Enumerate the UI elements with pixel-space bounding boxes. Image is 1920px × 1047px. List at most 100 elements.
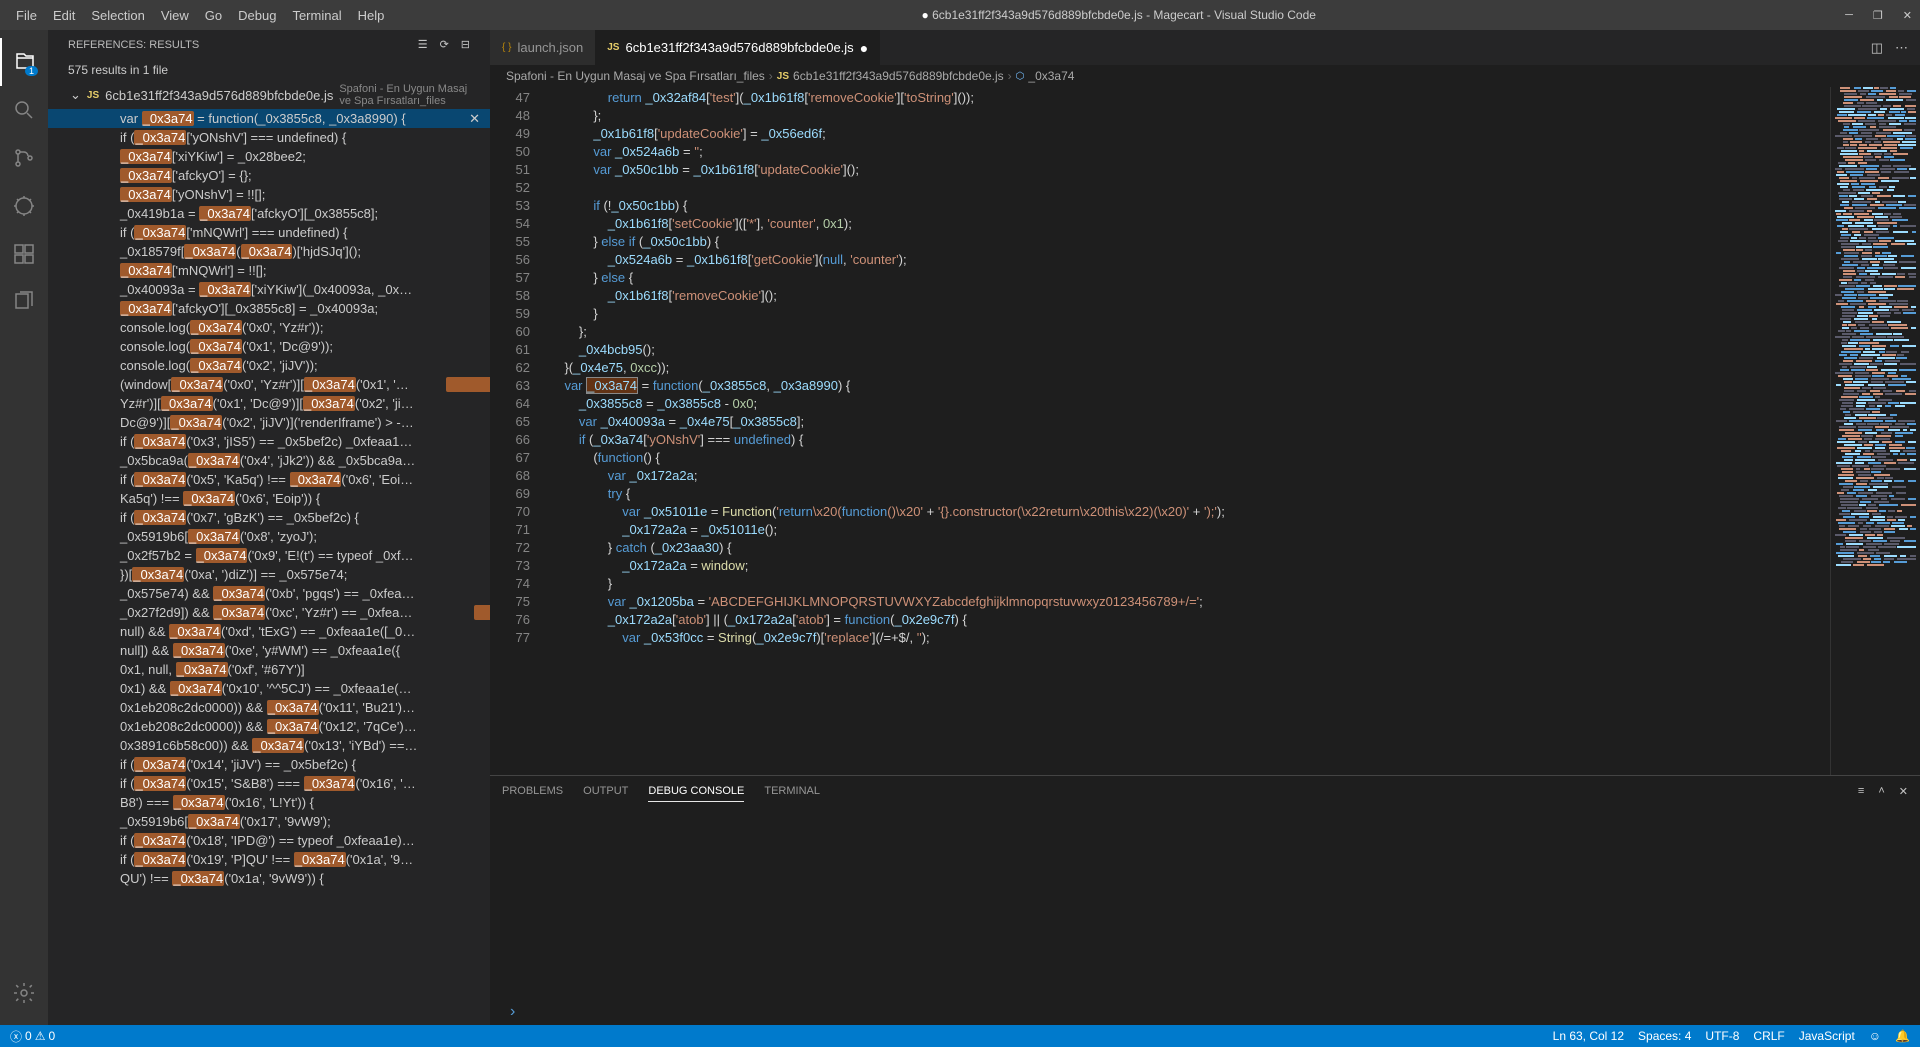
settings-icon[interactable] bbox=[0, 969, 48, 1017]
references-icon[interactable] bbox=[0, 278, 48, 326]
breadcrumbs[interactable]: Spafoni - En Uygun Masaj ve Spa Fırsatla… bbox=[490, 65, 1920, 87]
editor-content[interactable]: 4748495051525354555657585960616263646566… bbox=[490, 87, 1920, 775]
result-line[interactable]: 0x1eb208c2dc0000)) && _0x3a74('0x12', '7… bbox=[48, 717, 490, 736]
result-line[interactable]: _0x3a74['afckyO'] = {}; bbox=[48, 166, 490, 185]
result-line[interactable]: 0x1, null, _0x3a74('0xf', '#67Y')] bbox=[48, 660, 490, 679]
result-line[interactable]: _0x5bca9a(_0x3a74('0x4', 'jJk2')) && _0x… bbox=[48, 451, 490, 470]
tab-output[interactable]: OUTPUT bbox=[583, 781, 628, 801]
breadcrumb-folder[interactable]: Spafoni - En Uygun Masaj ve Spa Fırsatla… bbox=[506, 69, 765, 83]
refresh-icon[interactable]: ⟳ bbox=[440, 38, 449, 51]
menu-selection[interactable]: Selection bbox=[83, 4, 152, 27]
extensions-icon[interactable] bbox=[0, 230, 48, 278]
result-line[interactable]: if (_0x3a74('0x5', 'Ka5q') !== _0x3a74('… bbox=[48, 470, 490, 489]
status-feedback-icon[interactable]: ☺ bbox=[1869, 1029, 1881, 1043]
result-line[interactable]: _0x3a74['afckyO'][_0x3855c8] = _0x40093a… bbox=[48, 299, 490, 318]
menu-go[interactable]: Go bbox=[197, 4, 230, 27]
chevron-right-icon: › bbox=[769, 69, 773, 83]
tab-terminal[interactable]: TERMINAL bbox=[764, 781, 820, 801]
result-line[interactable]: 0x1) && _0x3a74('0x10', '^^5CJ') == _0xf… bbox=[48, 679, 490, 698]
result-line[interactable]: if (_0x3a74['mNQWrl'] === undefined) { bbox=[48, 223, 490, 242]
menu-terminal[interactable]: Terminal bbox=[284, 4, 349, 27]
result-line[interactable]: Yz#r')][_0x3a74('0x1', 'Dc@9')][_0x3a74(… bbox=[48, 394, 490, 413]
status-encoding[interactable]: UTF-8 bbox=[1705, 1029, 1739, 1043]
maximize-icon[interactable]: ❐ bbox=[1873, 9, 1883, 22]
menu-debug[interactable]: Debug bbox=[230, 4, 284, 27]
breadcrumb-symbol[interactable]: _0x3a74 bbox=[1028, 69, 1074, 83]
result-line[interactable]: if (_0x3a74('0x18', 'IPD@') == typeof _0… bbox=[48, 831, 490, 850]
result-line[interactable]: 0x1eb208c2dc0000)) && _0x3a74('0x11', 'B… bbox=[48, 698, 490, 717]
breadcrumb-file[interactable]: 6cb1e31ff2f343a9d576d889bfcbde0e.js bbox=[793, 69, 1004, 83]
result-line[interactable]: _0x5919b6[_0x3a74('0x8', 'zyoJ'); bbox=[48, 527, 490, 546]
minimap[interactable] bbox=[1830, 87, 1920, 775]
status-errors[interactable]: ⓧ 0 ⚠ 0 bbox=[10, 1028, 55, 1045]
references-panel: REFERENCES: RESULTS ☰ ⟳ ⊟ 575 results in… bbox=[48, 30, 490, 1025]
result-line[interactable]: if (_0x3a74('0x19', 'P]QU' !== _0x3a74('… bbox=[48, 850, 490, 869]
menu-edit[interactable]: Edit bbox=[45, 4, 83, 27]
result-line[interactable]: _0x18579f[_0x3a74(_0x3a74)['hjdSJq'](); bbox=[48, 242, 490, 261]
status-language[interactable]: JavaScript bbox=[1799, 1029, 1855, 1043]
result-line[interactable]: _0x3a74['xiYKiw'] = _0x28bee2; bbox=[48, 147, 490, 166]
status-ln-col[interactable]: Ln 63, Col 12 bbox=[1553, 1029, 1624, 1043]
debug-icon[interactable] bbox=[0, 182, 48, 230]
js-file-icon: JS bbox=[777, 71, 789, 82]
menu-help[interactable]: Help bbox=[350, 4, 393, 27]
result-line[interactable]: if (_0x3a74('0x14', 'jiJV') == _0x5bef2c… bbox=[48, 755, 490, 774]
source-control-icon[interactable] bbox=[0, 134, 48, 182]
list-icon[interactable]: ☰ bbox=[418, 38, 428, 51]
line-numbers: 4748495051525354555657585960616263646566… bbox=[490, 87, 550, 775]
split-editor-icon[interactable]: ◫ bbox=[1871, 40, 1883, 56]
result-line[interactable]: null) && _0x3a74('0xd', 'tExG') == _0xfe… bbox=[48, 622, 490, 641]
panel-tab-actions: ≡ ˄ ✕ bbox=[1858, 785, 1908, 798]
filter-icon[interactable]: ≡ bbox=[1858, 785, 1864, 798]
results-list[interactable]: var _0x3a74 = function(_0x3855c8, _0x3a8… bbox=[48, 109, 490, 1025]
result-line[interactable]: })[_0x3a74('0xa', ')diZ')] == _0x575e74; bbox=[48, 565, 490, 584]
result-line[interactable]: QU') !== _0x3a74('0x1a', '9vW9')) { bbox=[48, 869, 490, 888]
menu-view[interactable]: View bbox=[153, 4, 197, 27]
result-line[interactable]: var _0x3a74 = function(_0x3855c8, _0x3a8… bbox=[48, 109, 490, 128]
tab-launch-json[interactable]: { } launch.json bbox=[490, 30, 595, 65]
code-area[interactable]: return _0x32af84['test'](_0x1b61f8['remo… bbox=[550, 87, 1830, 775]
tab-debug-console[interactable]: DEBUG CONSOLE bbox=[648, 781, 744, 802]
result-line[interactable]: _0x27f2d9]) && _0x3a74('0xc', 'Yz#r') ==… bbox=[48, 603, 490, 622]
result-line[interactable]: console.log(_0x3a74('0x0', 'Yz#r')); bbox=[48, 318, 490, 337]
status-bell-icon[interactable]: 🔔 bbox=[1895, 1029, 1910, 1043]
more-icon[interactable]: ⋯ bbox=[1895, 40, 1908, 56]
result-line[interactable]: console.log(_0x3a74('0x2', 'jiJV')); bbox=[48, 356, 490, 375]
result-line[interactable]: if (_0x3a74('0x3', 'jIS5') == _0x5bef2c)… bbox=[48, 432, 490, 451]
result-line[interactable]: if (_0x3a74('0x15', 'S&B8') === _0x3a74(… bbox=[48, 774, 490, 793]
search-icon[interactable] bbox=[0, 86, 48, 134]
tab-js-file[interactable]: JS 6cb1e31ff2f343a9d576d889bfcbde0e.js ● bbox=[595, 30, 880, 65]
result-line[interactable]: B8') === _0x3a74('0x16', 'L!Yt')) { bbox=[48, 793, 490, 812]
minimize-icon[interactable]: ─ bbox=[1845, 9, 1853, 22]
dismiss-icon[interactable]: ✕ bbox=[469, 110, 480, 127]
result-line[interactable]: Ka5q') !== _0x3a74('0x6', 'Eoip')) { bbox=[48, 489, 490, 508]
close-icon[interactable]: ✕ bbox=[1903, 9, 1912, 22]
modified-dot-icon: ● bbox=[860, 40, 868, 56]
explorer-icon[interactable]: 1 bbox=[0, 38, 48, 86]
result-line[interactable]: _0x575e74) && _0x3a74('0xb', 'pgqs') == … bbox=[48, 584, 490, 603]
debug-console-content[interactable]: › bbox=[490, 806, 1920, 1025]
result-line[interactable]: (window[_0x3a74('0x0', 'Yz#r')][_0x3a74(… bbox=[48, 375, 490, 394]
close-panel-icon[interactable]: ✕ bbox=[1899, 785, 1908, 798]
result-line[interactable]: _0x40093a = _0x3a74['xiYKiw'](_0x40093a,… bbox=[48, 280, 490, 299]
result-line[interactable]: _0x3a74['yONshV'] = !![]; bbox=[48, 185, 490, 204]
tab-problems[interactable]: PROBLEMS bbox=[502, 781, 563, 801]
result-line[interactable]: if (_0x3a74('0x7', 'gBzK') == _0x5bef2c)… bbox=[48, 508, 490, 527]
status-spaces[interactable]: Spaces: 4 bbox=[1638, 1029, 1691, 1043]
result-line[interactable]: if (_0x3a74['yONshV'] === undefined) { bbox=[48, 128, 490, 147]
status-eol[interactable]: CRLF bbox=[1753, 1029, 1784, 1043]
result-line[interactable]: console.log(_0x3a74('0x1', 'Dc@9')); bbox=[48, 337, 490, 356]
editor-area: { } launch.json JS 6cb1e31ff2f343a9d576d… bbox=[490, 30, 1920, 1025]
result-line[interactable]: _0x419b1a = _0x3a74['afckyO'][_0x3855c8]… bbox=[48, 204, 490, 223]
result-line[interactable]: _0x2f57b2 = _0x3a74('0x9', 'E!(t') == ty… bbox=[48, 546, 490, 565]
result-line[interactable]: _0x3a74['mNQWrl'] = !![]; bbox=[48, 261, 490, 280]
clear-icon[interactable]: ⊟ bbox=[461, 38, 470, 51]
result-line[interactable]: null]) && _0x3a74('0xe', 'y#WM') == _0xf… bbox=[48, 641, 490, 660]
menu-file[interactable]: File bbox=[8, 4, 45, 27]
collapse-icon[interactable]: ˄ bbox=[1878, 785, 1884, 798]
result-line[interactable]: _0x5919b6[_0x3a74('0x17', '9vW9'); bbox=[48, 812, 490, 831]
js-file-icon: JS bbox=[87, 90, 99, 101]
result-file[interactable]: ⌄ JS 6cb1e31ff2f343a9d576d889bfcbde0e.js… bbox=[48, 81, 490, 109]
result-line[interactable]: 0x3891c6b58c00)) && _0x3a74('0x13', 'iYB… bbox=[48, 736, 490, 755]
result-line[interactable]: Dc@9')][_0x3a74('0x2', 'jiJV')]('renderI… bbox=[48, 413, 490, 432]
